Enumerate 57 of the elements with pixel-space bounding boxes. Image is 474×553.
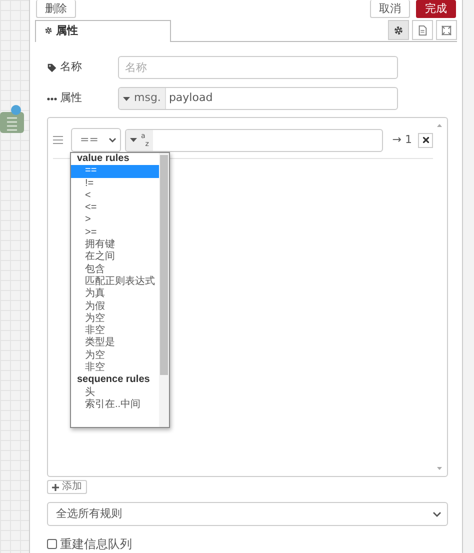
close-icon: [422, 137, 428, 143]
property-value: payload: [168, 90, 213, 106]
chevron-icon: [433, 512, 441, 516]
dropdown-option[interactable]: 非空: [71, 325, 159, 338]
caret-icon: [130, 138, 137, 142]
settings-icon: [393, 24, 404, 36]
tag-icon: [47, 62, 57, 72]
dropdown-option[interactable]: !=: [71, 178, 159, 190]
dropdown-option[interactable]: 为真: [71, 288, 159, 301]
settings-tab-button[interactable]: [388, 20, 409, 40]
dropdown-option[interactable]: 为假: [71, 300, 159, 313]
dropdown-option[interactable]: 为空: [71, 350, 159, 362]
caret-icon: [123, 96, 130, 100]
toolbar-button[interactable]: 删除: [36, 0, 76, 18]
dropdown-option[interactable]: 头: [71, 386, 159, 399]
gear-icon: [44, 26, 53, 36]
dropdown-option[interactable]: >=: [71, 226, 159, 240]
operator-select[interactable]: ==: [71, 128, 121, 152]
tab[interactable]: 属性: [35, 20, 171, 42]
output-label: → 1: [392, 132, 412, 148]
document-tab-button[interactable]: [412, 20, 433, 40]
name-input[interactable]: 名称: [118, 56, 398, 79]
toolbar-button[interactable]: 取消: [370, 0, 410, 18]
done-button[interactable]: 完成: [416, 0, 456, 18]
checkbox-label: 重建信息队列: [60, 536, 132, 553]
dropdown-option[interactable]: 匹配正则表达式: [71, 276, 159, 288]
dropdown-option[interactable]: >: [71, 214, 159, 227]
scroll-up-icon[interactable]: [437, 124, 442, 127]
drag-handle-icon[interactable]: [53, 136, 63, 144]
plus-icon: [52, 484, 59, 490]
type-prefix: msg.: [134, 90, 161, 106]
field-label: 名称: [60, 59, 82, 76]
dropdown-option[interactable]: <=: [71, 202, 159, 214]
field-label: 属性: [60, 90, 82, 106]
option-group-label: sequence rules: [76, 374, 151, 386]
frame-tab-button[interactable]: [436, 20, 457, 40]
dropdown-option[interactable]: <: [71, 190, 159, 202]
dropdown-option[interactable]: 包含: [71, 264, 159, 276]
add-button[interactable]: 添加: [47, 480, 87, 494]
option-group-label: value rules: [76, 153, 130, 166]
checkbox[interactable]: [47, 539, 57, 549]
dropdown-option[interactable]: 非空: [71, 362, 159, 374]
dropdown-option[interactable]: 类型是: [71, 337, 159, 350]
dropdown-option[interactable]: 在之间: [71, 251, 159, 264]
dropdown-option[interactable]: 拥有键: [71, 239, 159, 252]
dropdown-option[interactable]: 索引在..中间: [71, 398, 159, 412]
document-icon: [417, 24, 428, 36]
delete-button[interactable]: [418, 132, 433, 148]
frame-icon: [441, 24, 452, 36]
scroll-down-icon[interactable]: [437, 467, 442, 470]
dropdown-option[interactable]: 为空: [71, 312, 159, 326]
ellipsis-icon: [47, 96, 57, 100]
rule-mode-select[interactable]: 全选所有规则: [47, 502, 448, 526]
property-input[interactable]: msg. payload: [118, 87, 398, 110]
flow-node-drawing[interactable]: [0, 104, 24, 134]
chevron-icon: [109, 138, 116, 142]
scrollbar-thumb[interactable]: [160, 155, 168, 375]
